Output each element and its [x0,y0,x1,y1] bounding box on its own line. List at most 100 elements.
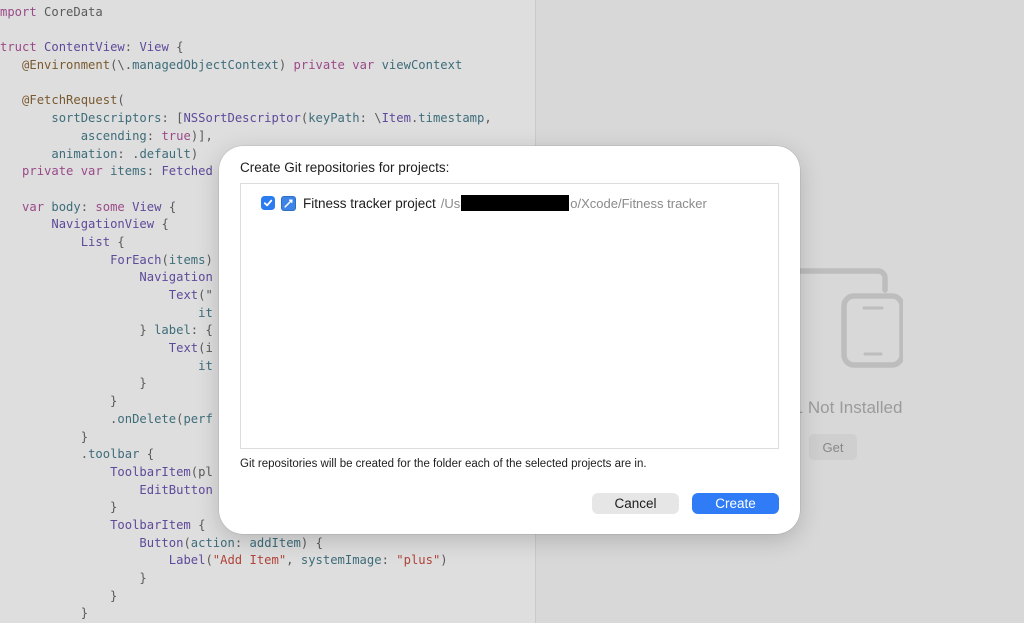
code-token: addItem [249,535,301,550]
code-token: animation [51,146,118,161]
code-token: : [381,553,397,568]
code-line[interactable]: Label("Add Item", systemImage: "plus") [0,552,535,570]
code-token: View [132,199,162,214]
platform-status: .1 Not Installed [789,398,903,417]
code-token: )], [190,128,213,143]
code-token: sortDescriptors [51,111,162,126]
code-line[interactable] [0,75,535,93]
code-token: } [0,376,147,391]
code-line[interactable]: ascending: true)], [0,128,535,146]
code-token: { [168,40,184,55]
code-token: @FetchRequest [22,93,118,108]
code-token: : \ [359,111,382,126]
code-token: } [0,323,155,338]
code-token: { [110,234,125,249]
code-token: ) [440,553,448,568]
code-token: onDelete [117,411,177,426]
code-token: : [234,535,250,550]
code-token: Navigation [139,270,213,285]
code-line[interactable]: mport CoreData [0,4,535,22]
code-token: var [22,199,45,214]
code-token: @Environment [22,58,111,73]
code-line[interactable]: Button(action: addItem) { [0,535,535,553]
project-checkbox[interactable] [261,196,275,210]
redacted-block [461,195,570,211]
code-token: "plus" [396,553,441,568]
code-token: ( [183,535,191,550]
code-token: ) [278,58,294,73]
create-button[interactable]: Create [692,493,779,514]
project-path-suffix: o/Xcode/Fitness tracker [570,195,707,211]
project-path-prefix: /Us [440,195,461,211]
code-token: ( [161,252,169,267]
cancel-button[interactable]: Cancel [592,493,679,514]
code-token: items [110,164,147,179]
code-token: CoreData [36,5,103,19]
code-token: default [139,146,191,161]
code-line[interactable] [0,22,535,40]
code-token: body [51,199,81,214]
code-line[interactable]: truct ContentView: View { [0,39,535,57]
code-token: : . [117,146,140,161]
code-token: : { [190,323,213,338]
code-token: NSSortDescriptor [183,111,301,126]
dialog-footnote: Git repositories will be created for the… [240,458,647,470]
code-line[interactable]: @Environment(\.managedObjectContext) pri… [0,57,535,75]
code-token: List [80,234,111,249]
code-token: private var [293,58,375,73]
code-token: toolbar [88,447,140,462]
code-token: (i [198,341,213,356]
project-path: /Us o/Xcode/Fitness tracker [441,195,707,211]
code-token: ToolbarItem [110,464,191,479]
code-token: { [161,199,177,214]
code-token: truct [0,40,37,55]
code-token: { [139,447,155,462]
code-token: viewContext [381,58,463,73]
code-token: , [484,111,492,126]
code-token: ContentView [44,40,125,55]
code-line[interactable]: } [0,570,535,588]
code-token: Text [168,341,199,356]
code-token: } [0,394,118,409]
list-item[interactable]: Fitness tracker project /Us o/Xcode/Fitn… [261,193,707,213]
project-name: Fitness tracker project [303,195,436,211]
code-token: Label [168,553,206,568]
code-line[interactable]: } [0,605,535,623]
code-token: { [190,517,206,532]
code-token: perf [183,411,213,426]
code-token: EditButton [139,482,213,497]
code-token: Item [381,111,411,126]
code-token: ToolbarItem [110,517,191,532]
code-token: ) [205,252,213,267]
get-button[interactable]: Get [809,434,857,460]
project-list[interactable]: Fitness tracker project /Us o/Xcode/Fitn… [240,183,779,449]
code-token: ( [205,553,213,568]
code-token: . [0,411,118,426]
code-token: : [146,128,162,143]
code-token: systemImage [300,553,382,568]
code-line[interactable]: sortDescriptors: [NSSortDescriptor(keyPa… [0,110,535,128]
code-line[interactable]: } [0,588,535,606]
code-token: } [0,500,118,515]
code-token: (" [198,288,213,302]
code-line[interactable]: @FetchRequest( [0,92,535,110]
